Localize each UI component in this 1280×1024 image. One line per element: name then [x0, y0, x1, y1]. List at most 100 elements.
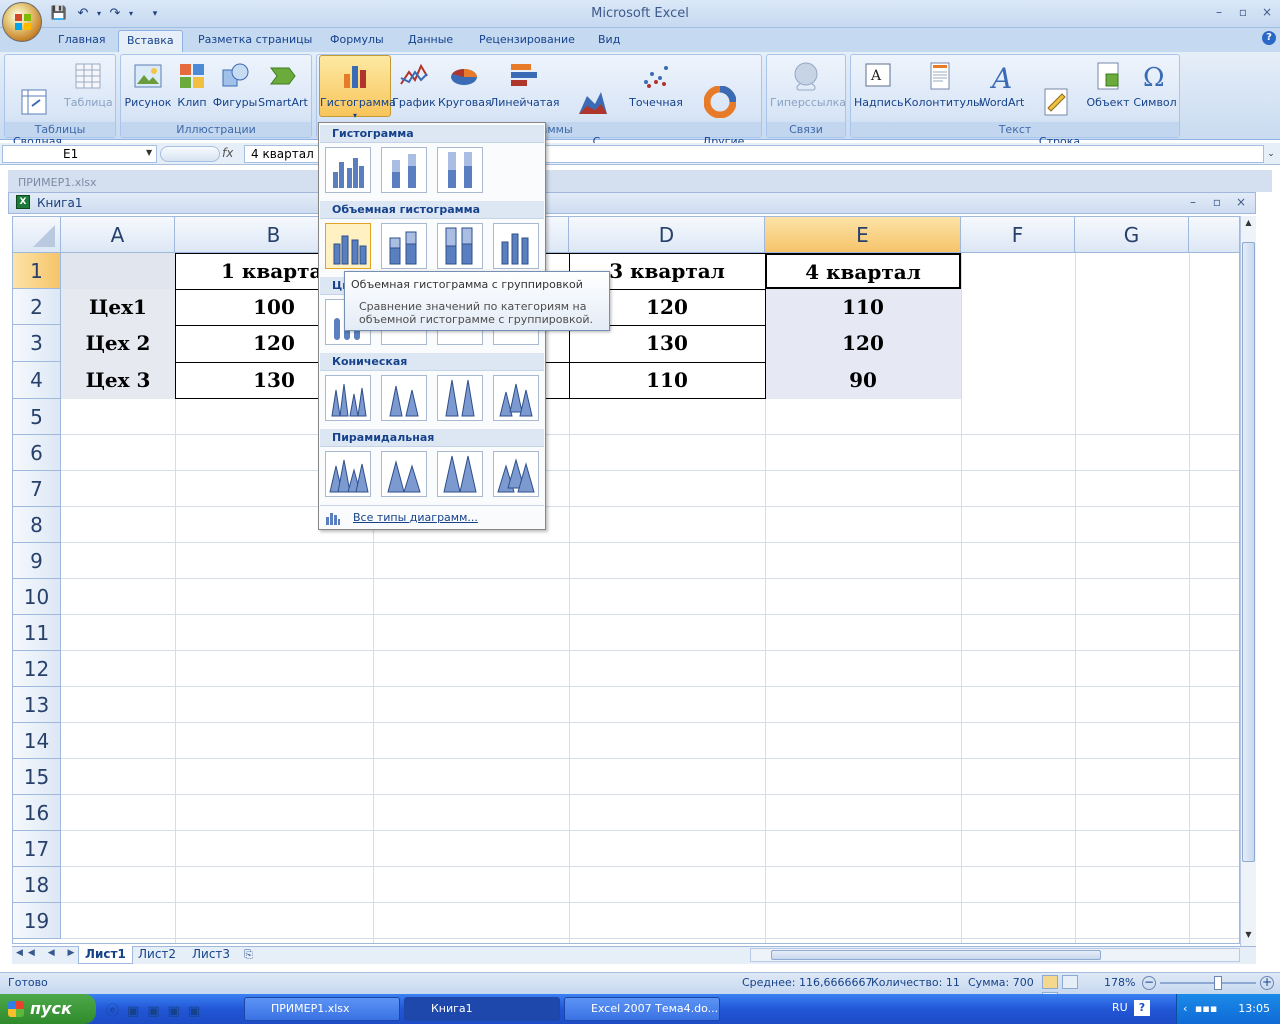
task-excel-tema4[interactable]: Excel 2007 Тема4.do... — [564, 997, 720, 1021]
cell-a4[interactable]: Цех 3 — [61, 362, 175, 399]
cell-e1-selected[interactable]: 4 квартал — [765, 253, 961, 289]
row-header-18[interactable]: 18 — [13, 867, 61, 903]
name-box[interactable]: E1 — [2, 145, 157, 163]
row-header-13[interactable]: 13 — [13, 687, 61, 723]
tab-data[interactable]: Данные — [400, 30, 461, 52]
wordart-button[interactable]: A WordArt — [978, 60, 1026, 109]
cell-a3[interactable]: Цех 2 — [61, 325, 175, 362]
workbook-close-button[interactable]: × — [1232, 196, 1250, 210]
select-all-button[interactable] — [13, 217, 61, 253]
office-button[interactable] — [2, 2, 42, 42]
pyramid-option-3[interactable] — [437, 451, 483, 497]
tab-formulas[interactable]: Формулы — [322, 30, 392, 52]
close-button[interactable]: × — [1258, 6, 1276, 20]
header-footer-button[interactable]: Колонтитулы — [904, 60, 982, 109]
3d-column-option[interactable] — [493, 223, 539, 269]
sheet-tab-2[interactable]: Лист2 — [132, 946, 182, 964]
maximize-button[interactable]: ▫ — [1234, 6, 1252, 20]
clustered-column-option[interactable] — [325, 147, 371, 193]
shapes-button[interactable]: Фигуры — [212, 60, 258, 109]
cone-option-4[interactable] — [493, 375, 539, 421]
row-header-19[interactable]: 19 — [13, 903, 61, 939]
zoom-out-icon[interactable]: − — [1142, 976, 1156, 990]
vertical-scrollbar[interactable]: ▲ ▼ — [1240, 216, 1256, 946]
task-primer1[interactable]: ПРИМЕР1.xlsx — [244, 997, 400, 1021]
scroll-up-icon[interactable]: ▲ — [1242, 218, 1255, 232]
row-header-14[interactable]: 14 — [13, 723, 61, 759]
task-kniga1[interactable]: Книга1 — [404, 997, 560, 1021]
cone-option-1[interactable] — [325, 375, 371, 421]
column-header-e[interactable]: E — [765, 217, 961, 253]
row-header-10[interactable]: 10 — [13, 579, 61, 615]
normal-view-icon[interactable] — [1042, 975, 1058, 989]
help-icon[interactable]: ? — [1262, 31, 1276, 45]
word-icon[interactable]: ▣ — [127, 1004, 147, 1019]
help-tray-icon[interactable]: ? — [1134, 1000, 1150, 1016]
column-header-a[interactable]: A — [61, 217, 175, 253]
cell-a1[interactable] — [61, 253, 175, 289]
ie-icon[interactable]: ⓔ — [106, 1004, 127, 1019]
column-header-g[interactable]: G — [1075, 217, 1189, 253]
scroll-down-icon[interactable]: ▼ — [1242, 930, 1255, 944]
horizontal-scrollbar[interactable] — [750, 948, 1240, 962]
smartart-button[interactable]: SmartArt — [258, 60, 308, 109]
row-header-4[interactable]: 4 — [13, 362, 61, 399]
row-header-17[interactable]: 17 — [13, 831, 61, 867]
name-box-dropdown-icon[interactable]: ▼ — [146, 148, 152, 157]
bar-chart-button[interactable]: Линейчатая — [490, 60, 560, 109]
histogram-button[interactable]: Гистограмма ▾ — [319, 55, 396, 120]
background-workbook-title[interactable]: ПРИМЕР1.xlsx — [8, 170, 1272, 192]
zoom-in-icon[interactable]: + — [1260, 976, 1274, 990]
tray-app-icons[interactable]: ▪▪▪ — [1195, 1002, 1217, 1015]
column-header-d[interactable]: D — [569, 217, 765, 253]
cell-e3[interactable]: 120 — [765, 325, 961, 362]
row-header-6[interactable]: 6 — [13, 435, 61, 471]
app-icon[interactable]: ▣ — [188, 1004, 208, 1019]
row-header-1[interactable]: 1 — [13, 253, 61, 289]
new-sheet-icon[interactable]: ⎘ — [244, 948, 260, 962]
row-header-2[interactable]: 2 — [13, 289, 61, 325]
line-chart-button[interactable]: График — [392, 60, 436, 109]
row-header-5[interactable]: 5 — [13, 399, 61, 435]
tab-home[interactable]: Главная — [50, 30, 114, 52]
row-header-11[interactable]: 11 — [13, 615, 61, 651]
row-header-16[interactable]: 16 — [13, 795, 61, 831]
sheet-tab-3[interactable]: Лист3 — [186, 946, 236, 964]
clip-button[interactable]: Клип — [174, 60, 210, 109]
row-header-9[interactable]: 9 — [13, 543, 61, 579]
desktop-icon[interactable]: ▣ — [168, 1004, 188, 1019]
expand-formula-icon[interactable]: ⌄ — [1264, 146, 1278, 162]
row-header-12[interactable]: 12 — [13, 651, 61, 687]
sheet-tab-1[interactable]: Лист1 — [78, 946, 133, 964]
cell-e2[interactable]: 110 — [765, 289, 961, 325]
vertical-scroll-thumb[interactable] — [1242, 242, 1255, 862]
tab-insert[interactable]: Вставка — [118, 30, 183, 52]
tab-page-layout[interactable]: Разметка страницы — [190, 30, 320, 52]
view-buttons[interactable] — [1042, 975, 1096, 1006]
percent-column-option[interactable] — [437, 147, 483, 193]
tab-review[interactable]: Рецензирование — [471, 30, 583, 52]
worksheet-grid[interactable]: A B C D E F G 12345678910111213141516171… — [12, 216, 1240, 944]
3d-stacked-column-option[interactable] — [381, 223, 427, 269]
cone-option-2[interactable] — [381, 375, 427, 421]
column-header-h[interactable] — [1189, 217, 1239, 253]
zoom-slider-handle[interactable] — [1214, 976, 1222, 990]
symbol-button[interactable]: Ω Символ — [1132, 60, 1178, 109]
workbook-maximize-button[interactable]: ▫ — [1208, 196, 1226, 210]
minimize-button[interactable]: – — [1210, 6, 1228, 20]
hyperlink-button[interactable]: Гиперссылка — [770, 60, 846, 109]
cell-e4[interactable]: 90 — [765, 362, 961, 399]
horizontal-scroll-thumb[interactable] — [771, 950, 1101, 960]
zoom-slider[interactable] — [1160, 982, 1256, 984]
column-header-f[interactable]: F — [961, 217, 1075, 253]
excel-icon[interactable]: ▣ — [147, 1004, 167, 1019]
textbox-button[interactable]: A Надпись — [854, 60, 904, 109]
picture-button[interactable]: Рисунок — [124, 60, 172, 109]
cell-d4[interactable]: 110 — [569, 362, 765, 399]
start-button[interactable]: пуск — [0, 994, 96, 1024]
3d-clustered-column-option[interactable] — [325, 223, 371, 269]
all-chart-types-link[interactable]: Все типы диаграмм... — [353, 511, 478, 524]
row-header-8[interactable]: 8 — [13, 507, 61, 543]
row-header-15[interactable]: 15 — [13, 759, 61, 795]
tray-arrow-icon[interactable]: ‹ — [1183, 1002, 1187, 1015]
